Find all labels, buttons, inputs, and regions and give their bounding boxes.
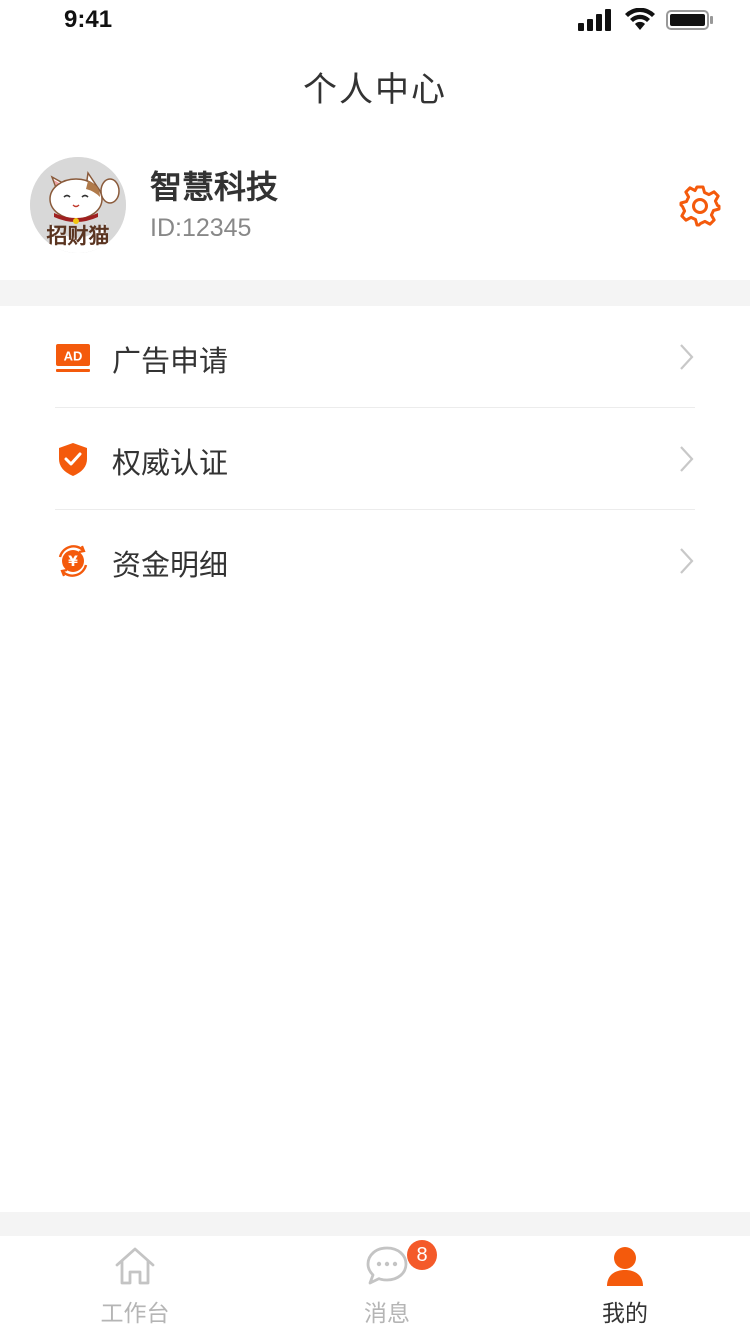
tab-mine[interactable]: 我的 — [500, 1236, 750, 1334]
menu-item-label: 广告申请 — [112, 344, 229, 378]
tab-label: 消息 — [364, 1301, 410, 1327]
menu-item-authority-certification[interactable]: 权威认证 — [0, 408, 750, 510]
settings-button[interactable] — [678, 184, 722, 228]
profile-card: 招财猫 智慧科技 ID:12345 — [0, 130, 750, 280]
ad-icon: AD — [56, 344, 90, 372]
status-icons — [578, 6, 714, 34]
profile-name: 智慧科技 — [150, 168, 279, 206]
menu-list: AD 广告申请 权威认证 ¥ 资金明细 — [0, 306, 750, 612]
tab-label: 工作台 — [100, 1301, 170, 1327]
chevron-right-icon — [680, 344, 694, 370]
lucky-cat-avatar-icon: 招财猫 — [30, 157, 126, 253]
status-bar: 9:41 — [0, 0, 750, 40]
chat-icon — [366, 1246, 408, 1285]
menu-item-fund-details[interactable]: ¥ 资金明细 — [0, 510, 750, 612]
wifi-icon — [625, 8, 655, 30]
chevron-right-icon — [680, 548, 694, 574]
chevron-right-icon — [680, 446, 694, 472]
shield-check-icon — [59, 443, 87, 476]
tab-bar: 工作台 8 消息 我的 — [0, 1236, 750, 1334]
avatar[interactable]: 招财猫 — [30, 157, 126, 253]
page-title: 个人中心 — [303, 70, 447, 110]
tab-messages[interactable]: 8 消息 — [262, 1236, 512, 1334]
home-icon — [115, 1247, 155, 1285]
yuan-cycle-icon: ¥ — [58, 545, 88, 577]
section-divider — [0, 280, 750, 306]
tabbar-separator — [0, 1212, 750, 1236]
menu-item-ad-application[interactable]: AD 广告申请 — [0, 306, 750, 408]
status-time: 9:41 — [64, 6, 113, 33]
svg-text:¥: ¥ — [68, 554, 78, 570]
gear-icon — [679, 185, 721, 227]
tab-workbench[interactable]: 工作台 — [10, 1236, 260, 1334]
signal-icon — [578, 9, 611, 31]
profile-id: ID:12345 — [150, 214, 252, 242]
unread-badge: 8 — [407, 1240, 437, 1270]
battery-icon — [666, 10, 713, 30]
svg-text:AD: AD — [64, 349, 83, 364]
menu-item-label: 权威认证 — [112, 446, 229, 480]
avatar-caption: 招财猫 — [47, 224, 110, 248]
user-icon — [607, 1247, 643, 1286]
menu-item-label: 资金明细 — [112, 548, 229, 582]
tab-label: 我的 — [602, 1301, 648, 1327]
